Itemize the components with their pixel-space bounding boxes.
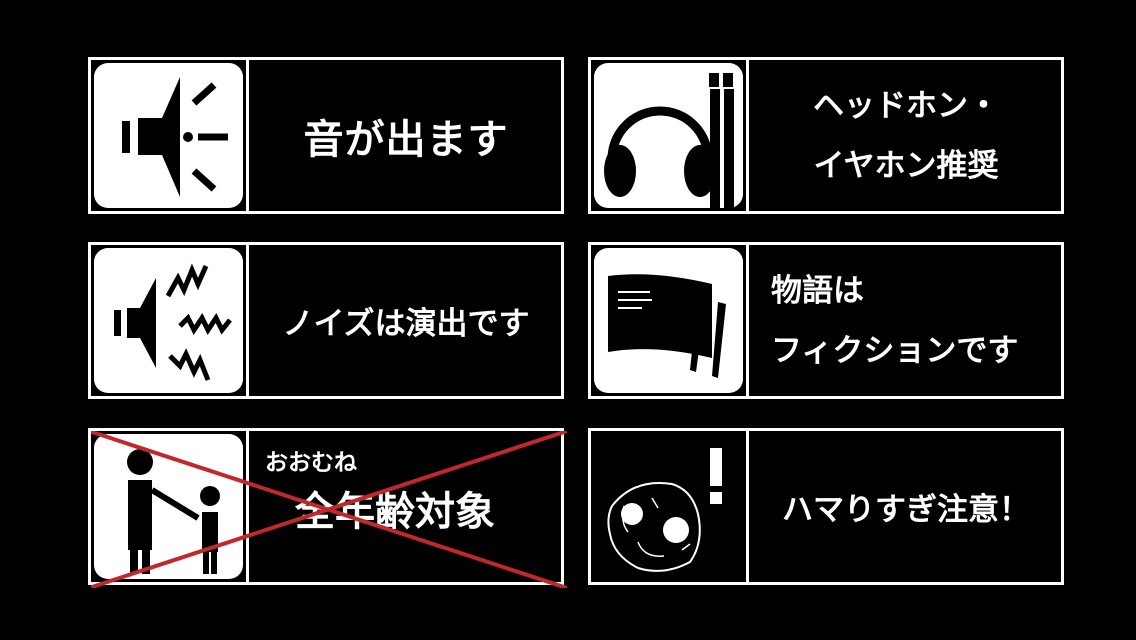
divider	[746, 245, 749, 396]
ages-label: 全年齢対象	[295, 489, 495, 535]
card-addictive: ハマりすぎ注意！	[588, 428, 1064, 585]
headphones-icon	[594, 63, 743, 208]
noise-speaker-icon	[94, 248, 243, 393]
card-fiction: 物語は フィクションです	[588, 242, 1064, 399]
card-noise: ノイズは演出です	[88, 242, 564, 399]
addictive-label: ハマりすぎ注意！	[782, 492, 1030, 528]
card-text: ノイズは演出です	[251, 245, 561, 396]
card-text: 物語は フィクションです	[751, 245, 1061, 396]
divider	[746, 60, 749, 211]
divider	[246, 245, 249, 396]
card-ages: おおむね 全年齢対象	[88, 428, 567, 588]
headphone-line1: ヘッドホン・	[813, 87, 999, 124]
card-text: ハマりすぎ注意！	[751, 431, 1061, 582]
divider	[746, 431, 749, 582]
card-text: ヘッドホン・ イヤホン推奨	[751, 60, 1061, 211]
book-icon	[594, 248, 743, 393]
card-headphone: ヘッドホン・ イヤホン推奨	[588, 57, 1064, 214]
fiction-line1: 物語は	[771, 272, 864, 309]
card-text: 音が出ます	[251, 60, 561, 211]
parent-child-icon	[94, 434, 243, 579]
speaker-icon	[94, 63, 243, 208]
scribble-face-icon	[594, 434, 743, 579]
divider	[246, 431, 249, 582]
noise-label: ノイズは演出です	[282, 306, 530, 342]
ages-prefix: おおむね	[265, 450, 357, 476]
sound-label: 音が出ます	[303, 116, 509, 163]
fiction-line2: フィクションです	[771, 332, 1019, 369]
card-text: おおむね 全年齢対象	[251, 431, 561, 582]
card-sound: 音が出ます	[88, 57, 564, 214]
headphone-line2: イヤホン推奨	[813, 147, 999, 184]
divider	[246, 60, 249, 211]
